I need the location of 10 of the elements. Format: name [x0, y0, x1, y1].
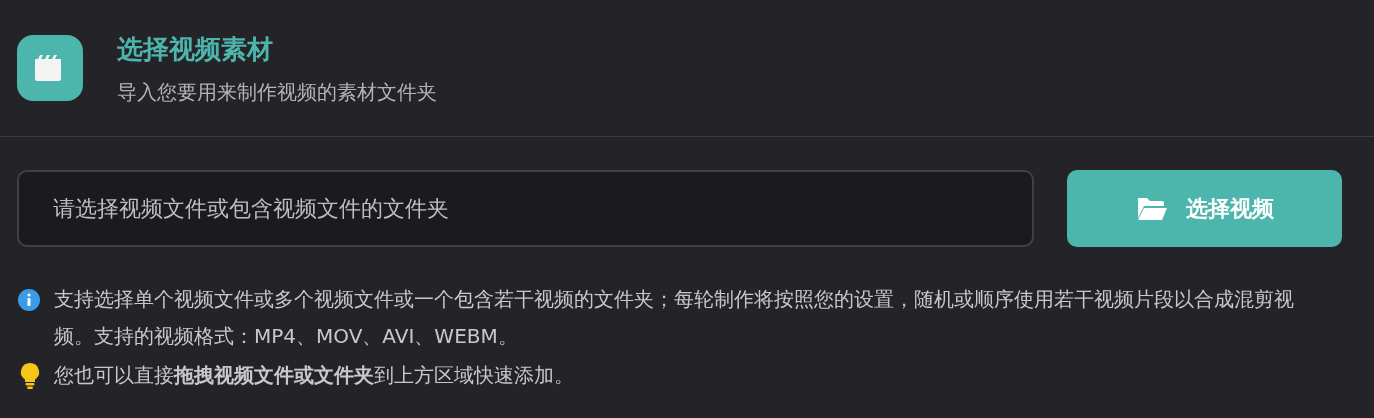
clapperboard-icon	[17, 35, 83, 101]
section-title: 选择视频素材	[117, 33, 274, 65]
select-video-button[interactable]: 选择视频	[1067, 170, 1342, 247]
info-icon	[17, 288, 41, 312]
note-text: 支持选择单个视频文件或多个视频文件或一个包含若干视频的文件夹；每轮制作将按照您的设置，随机或顺序使用若干视频片段以合成混剪视频。支持的视频格式：MP4、MOV、AVI、WEBM。	[54, 286, 1295, 350]
section-subtitle: 导入您要用来制作视频的素材文件夹	[117, 79, 437, 105]
note-text: 您也可以直接拖拽视频文件或文件夹到上方区域快速添加。	[54, 362, 574, 389]
folder-icon	[1135, 195, 1168, 222]
source-field[interactable]: 请选择视频文件或包含视频文件的文件夹	[17, 170, 1034, 247]
lightbulb-icon	[20, 362, 40, 390]
